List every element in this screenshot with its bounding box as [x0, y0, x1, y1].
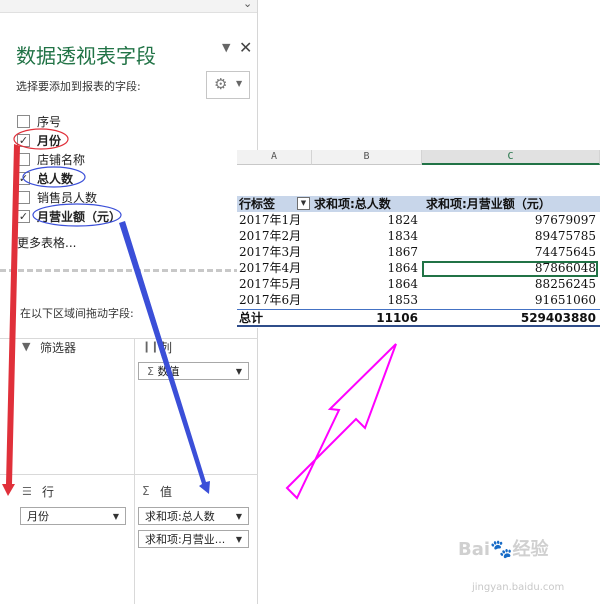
magenta-arrow [285, 343, 397, 500]
watermark-brand: Bai🐾经验 [458, 539, 549, 560]
watermark-logo: Bai🐾经验 [458, 535, 548, 561]
blue-ellipse-highlight [32, 203, 122, 227]
blue-arrow [123, 228, 168, 364]
watermark-url: jingyan.baidu.com [472, 582, 565, 593]
red-ellipse-highlight [13, 128, 69, 150]
blue-ellipse-highlight [22, 166, 86, 188]
annotation-overlay [2, 128, 397, 500]
red-arrow [2, 144, 20, 496]
